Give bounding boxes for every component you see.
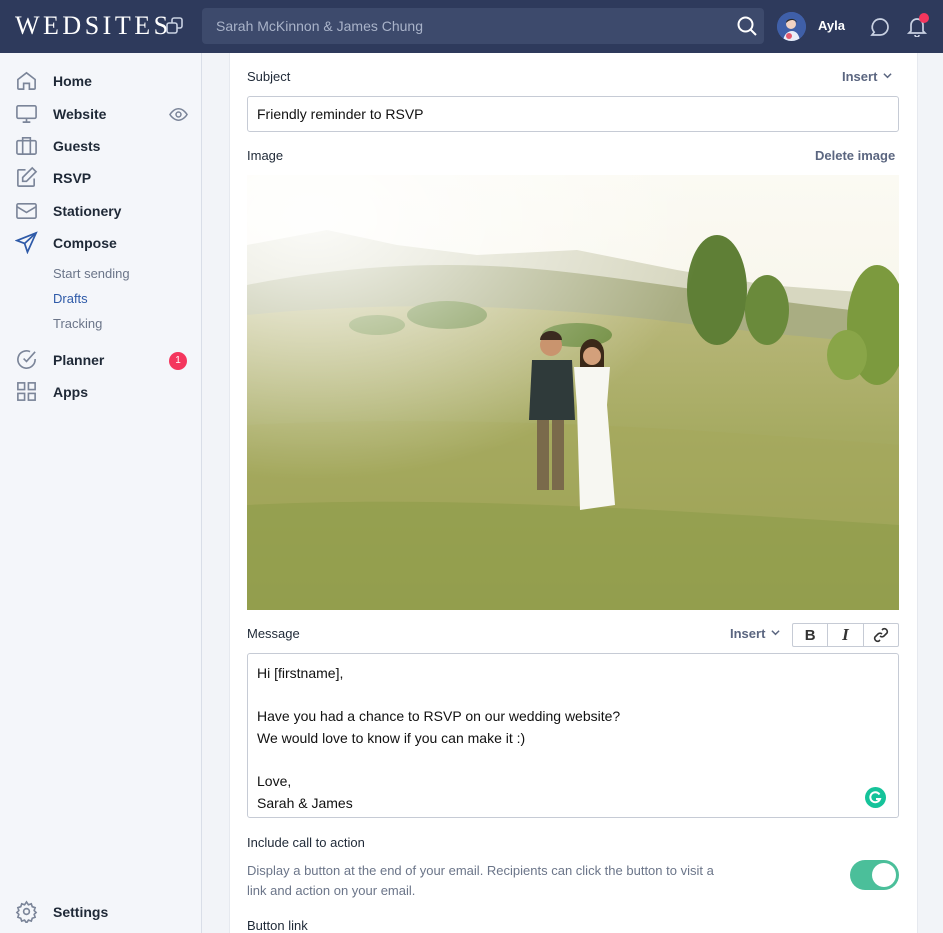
sidebar-item-planner[interactable]: Planner 1 (0, 345, 201, 375)
insert-label: Insert (730, 626, 766, 641)
sidebar-item-label: Apps (53, 384, 88, 400)
grid-icon (17, 382, 36, 401)
insert-label: Insert (842, 69, 878, 84)
chevron-down-icon (883, 73, 893, 79)
couple-photo-image (247, 175, 899, 610)
switch-event-icon[interactable] (164, 15, 186, 37)
sidebar-item-label: Website (53, 106, 107, 122)
cta-label: Include call to action (247, 835, 365, 850)
image-label: Image (247, 148, 284, 163)
cta-description: Display a button at the end of your emai… (247, 863, 714, 898)
message-line: Sarah & James (257, 794, 353, 811)
subject-insert-button[interactable]: Insert (842, 69, 893, 84)
link-icon (873, 627, 888, 643)
message-line: Love, (257, 772, 292, 789)
sidebar-item-apps[interactable]: Apps (0, 377, 201, 407)
sidebar-subitem-drafts[interactable]: Drafts (53, 291, 88, 306)
subject-label: Subject (247, 69, 291, 84)
sidebar-item-home[interactable]: Home (0, 66, 201, 96)
home-icon (17, 71, 36, 90)
chevron-down-icon (771, 630, 781, 636)
cta-toggle[interactable] (850, 860, 899, 890)
italic-button[interactable]: I (828, 624, 864, 646)
sidebar-item-settings[interactable]: Settings (0, 897, 201, 927)
planner-count-badge: 1 (169, 352, 187, 370)
message-line: We would love to know if you can make it… (257, 729, 526, 746)
send-icon (15, 231, 38, 254)
bold-button[interactable]: B (793, 624, 829, 646)
sidebar-item-label: Planner (53, 352, 105, 368)
link-button[interactable] (864, 624, 898, 646)
message-line: Hi [firstname], (257, 665, 344, 681)
gear-icon (15, 900, 38, 923)
sidebar-subitem-tracking[interactable]: Tracking (53, 316, 102, 331)
message-label: Message (247, 626, 300, 641)
message-insert-button[interactable]: Insert (730, 626, 781, 641)
sidebar: Home Website Guests RSVP Stationery Comp… (0, 53, 202, 933)
sidebar-item-label: Settings (53, 904, 109, 920)
eye-icon[interactable] (169, 105, 188, 124)
sidebar-item-compose[interactable]: Compose (0, 228, 201, 258)
message-line: Have you had a chance to RSVP on our wed… (257, 708, 621, 725)
envelope-icon (16, 202, 37, 219)
monitor-icon (16, 105, 37, 123)
sidebar-item-label: Guests (53, 138, 101, 154)
top-bar: WEDSITES Sarah McKinnon & James Chung Ay… (0, 0, 943, 53)
sidebar-item-label: Home (53, 73, 92, 89)
search-input[interactable]: Sarah McKinnon & James Chung (216, 18, 423, 34)
sidebar-item-label: RSVP (53, 170, 92, 186)
avatar[interactable] (777, 12, 806, 41)
sidebar-item-stationery[interactable]: Stationery (0, 196, 201, 226)
message-line (257, 685, 889, 707)
button-link-label: Button link (247, 918, 308, 933)
grammarly-icon[interactable] (865, 787, 886, 808)
notification-dot (919, 13, 929, 23)
sidebar-item-rsvp[interactable]: RSVP (0, 163, 201, 193)
toggle-knob (872, 863, 896, 887)
chat-icon[interactable] (869, 16, 891, 38)
sidebar-item-label: Compose (53, 235, 117, 251)
sidebar-item-guests[interactable]: Guests (0, 131, 201, 161)
guests-icon (16, 137, 37, 155)
logo[interactable]: WEDSITES (15, 11, 172, 41)
message-line (257, 749, 889, 771)
search-icon[interactable] (736, 15, 758, 37)
compose-form: Subject Insert Friendly reminder to RSVP… (229, 53, 918, 933)
subject-input[interactable]: Friendly reminder to RSVP (247, 96, 899, 132)
sidebar-item-website[interactable]: Website (0, 99, 201, 129)
email-header-image[interactable] (247, 175, 899, 610)
message-editor[interactable]: Hi [firstname], Have you had a chance to… (247, 653, 899, 818)
format-toolbar: B I (792, 623, 899, 647)
search-bar[interactable]: Sarah McKinnon & James Chung (202, 8, 764, 44)
delete-image-button[interactable]: Delete image (815, 148, 895, 163)
sidebar-subitem-start-sending[interactable]: Start sending (53, 266, 130, 281)
user-name[interactable]: Ayla (818, 18, 845, 33)
sidebar-item-label: Stationery (53, 203, 122, 219)
check-circle-icon (17, 350, 36, 369)
edit-icon (17, 166, 38, 187)
